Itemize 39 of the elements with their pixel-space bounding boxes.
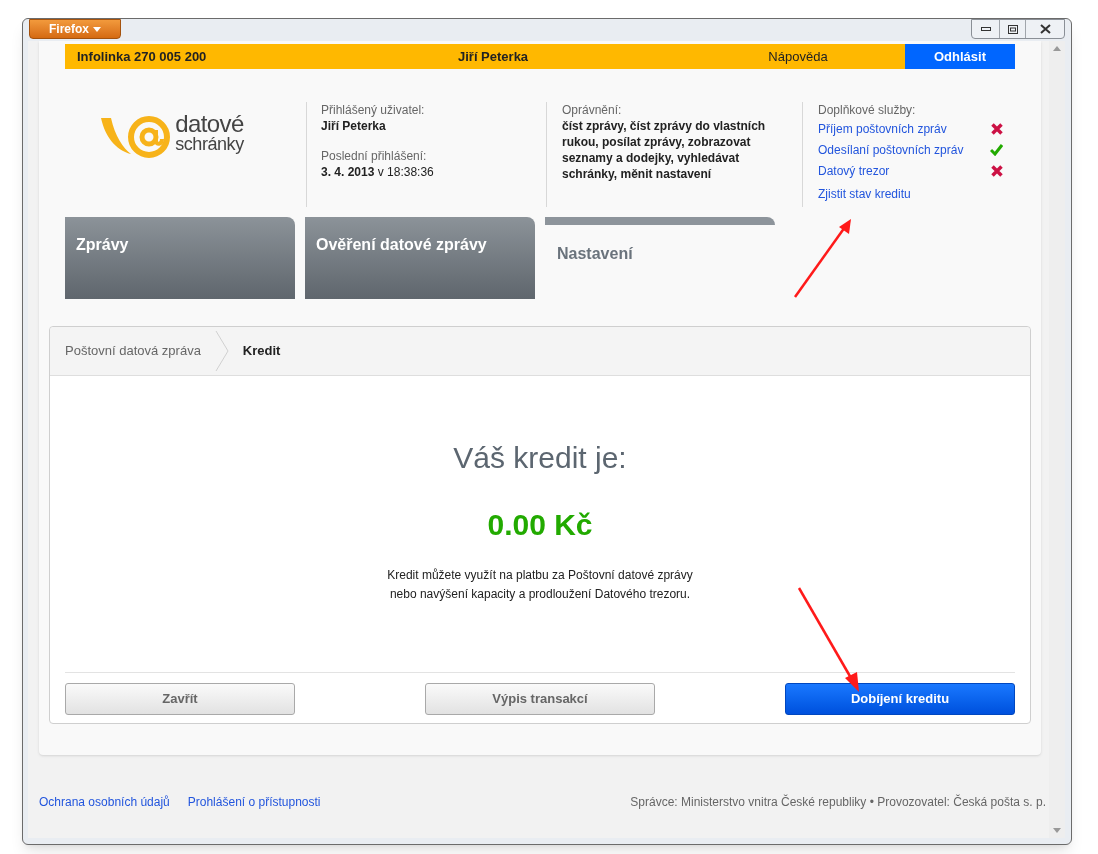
service-link[interactable]: Příjem poštovních zpráv [818,120,947,137]
footer-link[interactable]: Prohlášení o přístupnosti [187,793,321,811]
breadcrumb-item[interactable]: Kredit [242,341,281,361]
field-label: Oprávnění: [562,102,623,118]
user-name: Jiří Peterka [458,47,530,66]
permissions-text: číst zprávy, číst zprávy do vlastních rukou, posílat zprávy, zobrazovat seznamy a dodejky, vyhledávat schránky, měnit nastavení [562,118,767,182]
logo-text: schránky [175,134,244,154]
help-link[interactable]: Nápověda [744,46,852,67]
breadcrumb-separator-icon [214,331,229,371]
logo-text: datové [175,114,244,134]
credit-heading: Váš kredit je: [452,440,628,476]
action-button[interactable]: Dobíjení kreditu [785,683,1015,715]
close-icon [1039,24,1051,34]
credit-status-link[interactable]: Zjistit stav kreditu [818,186,911,202]
nav-tab[interactable]: Zprávy [65,217,295,299]
footer-link[interactable]: Ochrana osobních údajů [39,793,170,811]
minimize-icon [980,27,991,31]
last-login-value: 3. 4. 2013 v 18:38:36 [321,164,435,180]
field-label: Doplňkové služby: [818,102,917,118]
operator-text: Správce: Ministerstvo vnitra České republiky • Provozovatel: Česká pošta s. p. [630,793,1046,811]
user-name: Jiří Peterka [321,118,387,134]
field-label: Přihlášený uživatel: [321,102,426,118]
scroll-up-icon [1053,46,1061,51]
dropdown-caret-icon [93,26,101,32]
field-label: Poslední přihlášení: [321,148,428,164]
firefox-menu-button[interactable]: Firefox [29,19,121,39]
service-link[interactable]: Odesílaní poštovních zpráv [818,141,964,158]
credit-amount: 0.00 Kč [486,507,594,543]
action-button[interactable]: Výpis transakcí [425,683,655,715]
scroll-down-icon [1053,828,1061,833]
logout-button[interactable]: Odhlásit [905,44,1015,69]
breadcrumb-item[interactable]: Poštovní datová zpráva [65,341,201,361]
credit-description: nebo navýšení kapacity a prodloužení Datového trezoru. [389,586,691,603]
service-link[interactable]: Datový trezor [818,162,890,179]
hotline-text: Infolinka 270 005 200 [76,47,208,66]
maximize-icon [1007,24,1018,34]
nav-tab[interactable]: Ověření datové zprávy [305,217,535,299]
credit-description: Kredit můžete využít na platbu za Poštovní datové zprávy [387,567,693,584]
action-button[interactable]: Zavřít [65,683,295,715]
